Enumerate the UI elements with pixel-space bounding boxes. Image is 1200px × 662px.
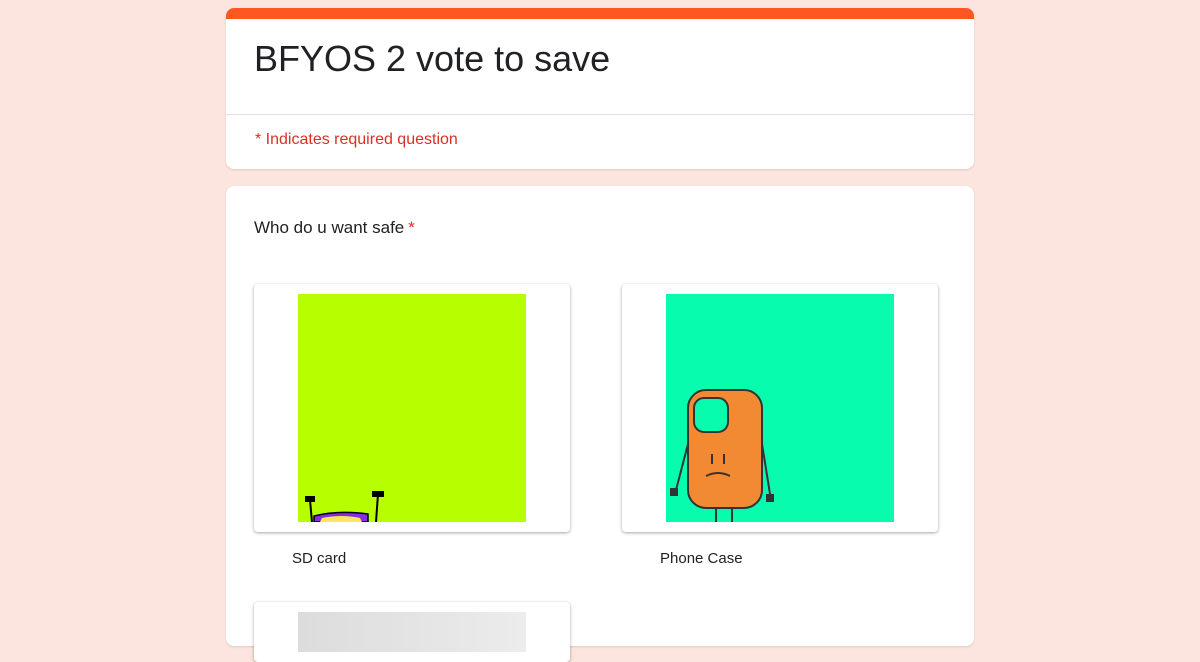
required-star: *: [408, 218, 415, 237]
form-header-card: BFYOS 2 vote to save * Indicates require…: [226, 8, 974, 169]
header-divider: [226, 114, 974, 115]
phone-case-drawing: [670, 389, 774, 522]
option-image-third: [298, 612, 526, 652]
question-card: Who do u want safe * SD card Phone Case: [226, 186, 974, 662]
form-title: BFYOS 2 vote to save: [254, 38, 611, 79]
option-sd-card[interactable]: [254, 284, 570, 532]
option-image-sd-card: [298, 294, 526, 522]
question-title-text: Who do u want safe: [254, 218, 405, 237]
option-label-sd-card: SD card: [292, 550, 347, 567]
accent-bar: [226, 8, 974, 19]
sd-card-drawing: [305, 491, 384, 522]
required-note: * Indicates required question: [255, 131, 458, 148]
option-phone-case[interactable]: [622, 284, 938, 532]
option-label-phone-case: Phone Case: [660, 550, 743, 567]
option-image-phone-case: [666, 294, 894, 522]
option-third-partial[interactable]: [254, 602, 570, 662]
question-title: Who do u want safe *: [254, 218, 415, 238]
